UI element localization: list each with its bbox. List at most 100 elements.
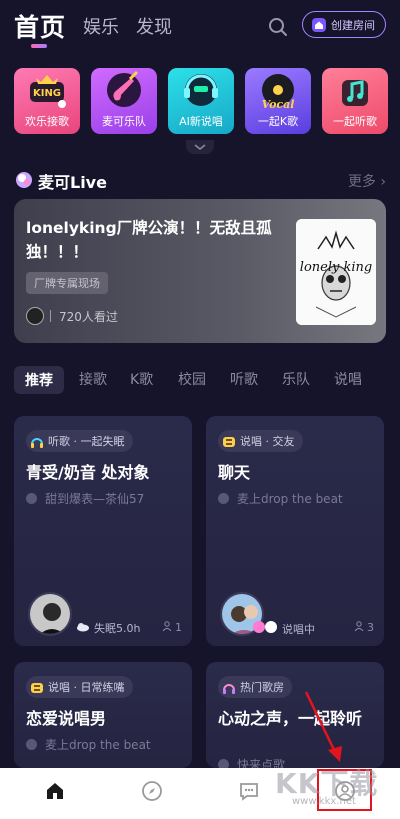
room-member-count: 1 (162, 621, 182, 634)
room-subtitle-text: 麦上drop the beat (237, 492, 343, 506)
live-card-title: lonelyking厂牌公演！！无敌且孤独！！！ (26, 219, 272, 261)
room-tag-label: 听歌 · 一起失眠 (48, 435, 125, 448)
tab-entertainment[interactable]: 娱乐 (83, 13, 119, 39)
nav-home[interactable] (42, 780, 68, 806)
song-dot-icon (218, 759, 229, 768)
member-count-text: 3 (367, 621, 374, 634)
create-room-button[interactable]: 创建房间 (302, 11, 386, 38)
room-card[interactable]: 说唱 · 交友 聊天 麦上drop the beat 说唱中 3 (206, 416, 384, 646)
tab-home[interactable]: 首页 (14, 8, 66, 44)
robot-headphones-icon (168, 68, 234, 114)
svg-text:Vocal: Vocal (262, 98, 295, 111)
room-status-text: 说唱中 (282, 622, 315, 636)
live-section-title: 麦可Live (38, 173, 107, 192)
category-tiles: KING 欢乐接歌 麦可乐队 AI新说唱 Vocal 一起K歌 一起听歌 (14, 68, 388, 134)
song-dot-icon (26, 493, 37, 504)
room-card[interactable]: 热门歌房 心动之声，一起聆听 快来点歌 (206, 662, 384, 768)
top-bar: 首页 娱乐 发现 创建房间 (0, 0, 400, 58)
annotation-arrow (304, 691, 342, 762)
rap-icon (222, 434, 236, 448)
category-label: 一起听歌 (333, 115, 377, 128)
tab-recommend[interactable]: 推荐 (14, 366, 64, 394)
tab-rap[interactable]: 说唱 (334, 369, 362, 389)
home-icon (44, 780, 66, 806)
category-label: 麦可乐队 (102, 115, 146, 128)
song-dot-icon (26, 739, 37, 750)
room-status-text: 失眠5.0h (94, 622, 141, 635)
vocal-record-icon: Vocal (245, 68, 311, 114)
live-cover-image: lonely king (296, 219, 376, 325)
room-tag: 听歌 · 一起失眠 (26, 430, 133, 452)
room-tag-label: 说唱 · 日常练嘴 (48, 681, 125, 694)
category-tile-listen[interactable]: 一起听歌 (322, 68, 388, 134)
avatar (26, 307, 44, 325)
room-tag-label: 热门歌房 (240, 681, 284, 694)
nav-discover[interactable] (139, 780, 165, 806)
room-tag: 热门歌房 (218, 676, 292, 698)
song-dot-icon (218, 493, 229, 504)
room-title: 青受/奶音 处对象 (26, 463, 150, 482)
person-icon (354, 621, 364, 634)
divider (50, 310, 51, 322)
headphones-icon (30, 434, 44, 448)
active-tab-indicator (31, 44, 47, 48)
room-title: 心动之声，一起聆听 (218, 709, 363, 728)
person-icon (162, 621, 172, 634)
live-section-header: 麦可Live 更多 › (14, 167, 386, 193)
king-mic-icon: KING (14, 68, 80, 114)
nav-messages[interactable] (236, 780, 262, 806)
category-label: 一起K歌 (257, 115, 299, 128)
room-subtitle-text: 麦上drop the beat (45, 738, 151, 752)
cover-logo-text: lonely king (300, 260, 372, 275)
room-subtitle: 麦上drop the beat (26, 736, 151, 753)
room-subtitle-text: 甜到爆表—茶仙57 (45, 492, 145, 506)
house-icon (311, 17, 327, 33)
music-note-icon (322, 68, 388, 114)
rap-icon (30, 680, 44, 694)
tab-song-relay[interactable]: 接歌 (79, 369, 107, 389)
room-tag-label: 说唱 · 交友 (240, 435, 295, 448)
like-badge-icon (252, 620, 278, 637)
live-card[interactable]: lonelyking厂牌公演！！无敌且孤独！！！ 厂牌专属现场 720人看过 l… (14, 199, 386, 343)
chat-icon (238, 780, 260, 806)
svg-text:KING: KING (33, 88, 61, 99)
cloud-icon (76, 622, 90, 635)
headphones-icon (222, 680, 236, 694)
category-label: 欢乐接歌 (25, 115, 69, 128)
more-link[interactable]: 更多 › (348, 171, 386, 191)
category-label: AI新说唱 (179, 115, 223, 128)
tab-discover[interactable]: 发现 (136, 13, 172, 39)
category-tile-karaoke[interactable]: Vocal 一起K歌 (245, 68, 311, 134)
live-card-tag: 厂牌专属现场 (26, 272, 108, 294)
room-tag: 说唱 · 交友 (218, 430, 303, 452)
watermark-url: www.kkx.net (292, 796, 356, 807)
room-subtitle: 麦上drop the beat (218, 490, 343, 507)
tab-band[interactable]: 乐队 (282, 369, 310, 389)
member-count-text: 1 (175, 621, 182, 634)
room-member-count: 3 (354, 621, 374, 634)
tab-listen[interactable]: 听歌 (230, 369, 258, 389)
room-title: 恋爱说唱男 (26, 709, 107, 728)
create-room-label: 创建房间 (331, 18, 375, 32)
live-viewers: 720人看过 (26, 307, 118, 325)
room-status: 说唱中 (252, 620, 315, 637)
room-tag: 说唱 · 日常练嘴 (26, 676, 133, 698)
tab-campus[interactable]: 校园 (178, 369, 206, 389)
compass-icon (141, 780, 163, 806)
category-tile-band[interactable]: 麦可乐队 (91, 68, 157, 134)
search-icon[interactable] (265, 14, 291, 40)
category-tile-happy-song[interactable]: KING 欢乐接歌 (14, 68, 80, 134)
more-label: 更多 (347, 174, 376, 190)
room-card[interactable]: 听歌 · 一起失眠 青受/奶音 处对象 甜到爆表—茶仙57 失眠5.0h 1 (14, 416, 192, 646)
avatar (28, 592, 72, 636)
chevron-down-icon[interactable] (186, 140, 214, 154)
tab-karaoke[interactable]: K歌 (130, 369, 153, 389)
room-title: 聊天 (218, 463, 251, 482)
content-tabs: 推荐 接歌 K歌 校园 听歌 乐队 说唱 (14, 366, 400, 394)
live-icon (14, 169, 34, 189)
guitar-icon (91, 68, 157, 114)
category-tile-ai-rap[interactable]: AI新说唱 (168, 68, 234, 134)
viewer-count: 720人看过 (59, 309, 118, 324)
room-card[interactable]: 说唱 · 日常练嘴 恋爱说唱男 麦上drop the beat (14, 662, 192, 768)
room-subtitle: 甜到爆表—茶仙57 (26, 490, 144, 507)
